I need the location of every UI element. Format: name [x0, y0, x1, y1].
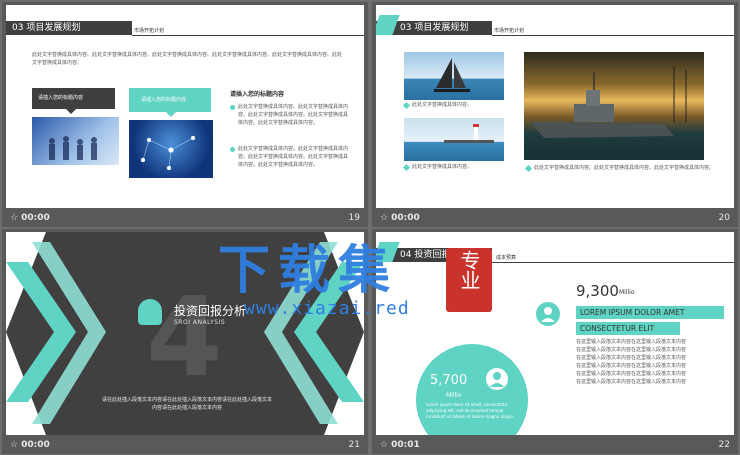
watermark-seal: 专业 — [446, 248, 492, 312]
callout-teal: 请插入您的标题内容 — [129, 88, 211, 112]
section-tag: 03 项目发展规划 — [6, 21, 132, 35]
section-title: 投资回报分析 — [174, 304, 247, 318]
caption-bullet-icon — [524, 164, 533, 173]
intro-paragraph: 此处文字替换成具体内容。此处文字替换成具体内容。此处文字替换成具体内容。此处文字… — [32, 52, 343, 66]
star-icon: ☆ — [380, 212, 389, 223]
caption-3: 此处文字替换成具体内容。此处文字替换成具体内容。此处文字替换成具体内容。 — [534, 165, 715, 171]
big-figure-unit: Millio — [619, 289, 635, 296]
sailboat-photo — [404, 52, 504, 100]
detail-line: 在这里输入段落文本内容在这里输入段落文本内容 — [576, 363, 687, 369]
business-photo — [32, 117, 119, 165]
warship-photo — [524, 52, 704, 160]
detail-line: 在这里输入段落文本内容在这里输入段落文本内容 — [576, 355, 687, 361]
caption-bullet-icon — [402, 101, 411, 110]
slide-20-canvas: 03 项目发展规划 市场开拓计划 此处文字替换成具体内容。 此处文字替换成具体内… — [376, 5, 734, 208]
lighthouse-icon — [444, 124, 494, 143]
section-desc-line-2: 内容请在此处插入段落文本内容 — [151, 405, 222, 411]
slide-number: 19 — [348, 212, 360, 223]
section-subtitle: 成本预算 — [496, 255, 517, 261]
star-icon: ☆ — [380, 439, 389, 450]
slide-22-canvas: 04 投资回报分析 成本预算 9,300 Millio LOREM IPSUM … — [376, 232, 734, 435]
network-photo — [129, 120, 213, 178]
business-person-icon — [536, 302, 560, 326]
slide-thumb-22[interactable]: 04 投资回报分析 成本预算 9,300 Millio LOREM IPSUM … — [372, 229, 738, 454]
figure-circle — [416, 344, 528, 435]
slide-timing: 00:00 — [391, 212, 420, 223]
slide-footer: ☆ 00:00 19 — [2, 208, 368, 227]
title-underline — [492, 262, 734, 263]
slide-thumb-20[interactable]: 03 项目发展规划 市场开拓计划 此处文字替换成具体内容。 此处文字替换成具体内… — [372, 2, 738, 227]
detail-line: 在这里输入段落文本内容在这里输入段落文本内容 — [576, 339, 687, 345]
slide-grid: 03 项目发展规划 市场开拓计划 此处文字替换成具体内容。此处文字替换成具体内容… — [0, 0, 740, 455]
person-icon — [138, 299, 162, 325]
highlight-heading-2: CONSECTETUR ELIT — [576, 322, 680, 335]
detail-line: 在这里输入段落文本内容在这里输入段落文本内容 — [576, 347, 687, 353]
right-body-2: 此处文字替换成具体内容。此处文字替换成具体内容。此处文字替换成具体内容。此处文字… — [238, 146, 349, 168]
slide-number: 20 — [718, 212, 730, 223]
caption-2: 此处文字替换成具体内容。 — [412, 164, 473, 170]
callout-dark-label: 请插入您的标题内容 — [38, 95, 84, 101]
star-icon: ☆ — [10, 439, 19, 450]
watermark-url: www.xiazai.red — [244, 298, 410, 319]
caption-1: 此处文字替换成具体内容。 — [412, 102, 473, 108]
watermark-seal-text: 专业 — [457, 250, 481, 290]
slide-19-canvas: 03 项目发展规划 市场开拓计划 此处文字替换成具体内容。此处文字替换成具体内容… — [6, 5, 364, 208]
section-subtitle: 市场开拓计划 — [494, 28, 525, 34]
detail-lines: 在这里输入段落文本内容在这里输入段落文本内容 在这里输入段落文本内容在这里输入段… — [576, 338, 726, 386]
slide-timing: 00:00 — [21, 212, 50, 223]
slide-thumb-19[interactable]: 03 项目发展规划 市场开拓计划 此处文字替换成具体内容。此处文字替换成具体内容… — [2, 2, 368, 227]
lighthouse-photo — [404, 118, 504, 161]
bullet-icon — [230, 105, 235, 110]
section-subtitle: 市场开拓计划 — [134, 28, 165, 34]
callout-pointer — [66, 109, 76, 114]
callout-pointer-teal — [166, 112, 176, 117]
section-desc: 请在此处插入段落文本内容请在此处插入段落文本内容请在此处插入段落文本 内容请在此… — [94, 396, 280, 412]
title-underline — [132, 35, 364, 36]
detail-line: 在这里输入段落文本内容在这里输入段落文本内容 — [576, 379, 687, 385]
star-icon: ☆ — [10, 212, 19, 223]
big-figure: 9,300 — [576, 282, 619, 300]
slide-footer: ☆ 00:00 21 — [2, 435, 368, 454]
detail-line: 在这里输入段落文本内容在这里输入段落文本内容 — [576, 371, 687, 377]
right-body-1: 此处文字替换成具体内容。此处文字替换成具体内容。此处文字替换成具体内容。此处文字… — [238, 104, 349, 126]
watermark-text: 下载集 — [218, 241, 399, 301]
section-number: 4 — [146, 273, 223, 401]
slide-footer: ☆ 00:01 22 — [372, 435, 738, 454]
callout-dark: 请插入您的标题内容 — [32, 88, 115, 109]
right-title: 请插入您的标题内容 — [230, 91, 285, 98]
slide-footer: ☆ 00:00 20 — [372, 208, 738, 227]
callout-teal-label: 请插入您的标题内容 — [141, 97, 187, 103]
section-desc-line-1: 请在此处插入段落文本内容请在此处插入段落文本内容请在此处插入段落文本 — [101, 397, 272, 403]
slide-timing: 00:00 — [21, 439, 50, 450]
circle-figure-unit: Millio — [446, 392, 462, 399]
person-avatar-icon — [486, 368, 508, 390]
highlight-heading-1: LOREM IPSUM DOLOR AMET — [576, 306, 724, 319]
slide-number: 21 — [348, 439, 360, 450]
people-silhouettes-icon — [49, 136, 97, 160]
slide-timing: 00:01 — [391, 439, 420, 450]
circle-figure: 5,700 — [430, 373, 468, 388]
network-nodes-icon — [140, 135, 196, 171]
bullet-icon — [230, 147, 235, 152]
section-title-en: SROI ANALYSIS — [174, 319, 226, 326]
slide-number: 22 — [718, 439, 730, 450]
warship-icon — [530, 66, 687, 138]
sailboat-icon — [434, 58, 470, 92]
circle-description: Lorem ipsum dolor sit amet, consectetur … — [426, 402, 515, 419]
title-underline — [492, 35, 734, 36]
caption-bullet-icon — [402, 163, 411, 172]
